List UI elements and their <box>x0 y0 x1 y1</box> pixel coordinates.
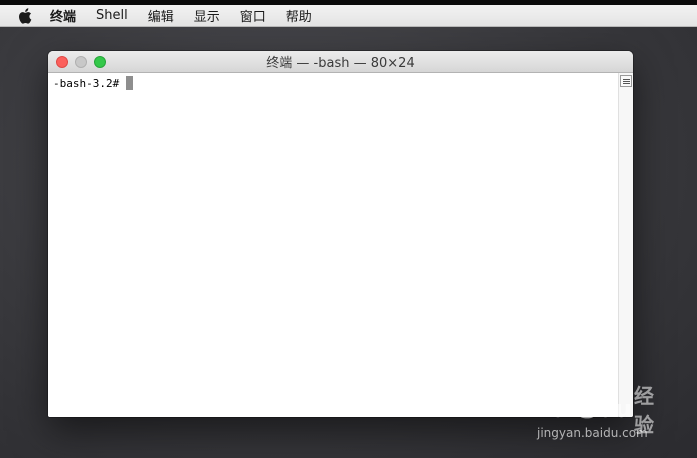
menu-edit[interactable]: 编辑 <box>148 6 174 25</box>
terminal-content[interactable]: -bash-3.2# <box>48 73 618 417</box>
text-cursor <box>126 76 134 90</box>
window-titlebar[interactable]: 终端 — -bash — 80×24 <box>48 51 633 73</box>
scrollbar[interactable] <box>618 73 633 417</box>
menu-terminal[interactable]: 终端 <box>50 6 76 25</box>
zoom-button[interactable] <box>94 56 106 68</box>
menu-help[interactable]: 帮助 <box>286 6 312 25</box>
shell-prompt: -bash-3.2# <box>53 76 120 90</box>
menu-window[interactable]: 窗口 <box>240 6 266 25</box>
split-pane-icon[interactable] <box>620 75 632 87</box>
watermark-brand-right: du <box>598 395 632 423</box>
window-title: 终端 — -bash — 80×24 <box>266 56 415 71</box>
menu-bar: 终端 Shell 编辑 显示 窗口 帮助 <box>0 5 697 27</box>
apple-icon[interactable] <box>18 7 32 24</box>
watermark-url: jingyan.baidu.com <box>537 426 648 440</box>
minimize-button[interactable] <box>75 56 87 68</box>
prompt-line: -bash-3.2# <box>53 76 134 90</box>
paw-icon <box>576 394 598 423</box>
menu-shell[interactable]: Shell <box>96 8 128 23</box>
traffic-lights <box>56 56 106 68</box>
watermark-brand-left: Bai <box>535 395 576 423</box>
baidu-watermark: Bai du 经验 jingyan.baidu.com <box>535 380 665 448</box>
close-button[interactable] <box>56 56 68 68</box>
terminal-window: 终端 — -bash — 80×24 -bash-3.2# <box>48 51 633 417</box>
menu-view[interactable]: 显示 <box>194 6 220 25</box>
